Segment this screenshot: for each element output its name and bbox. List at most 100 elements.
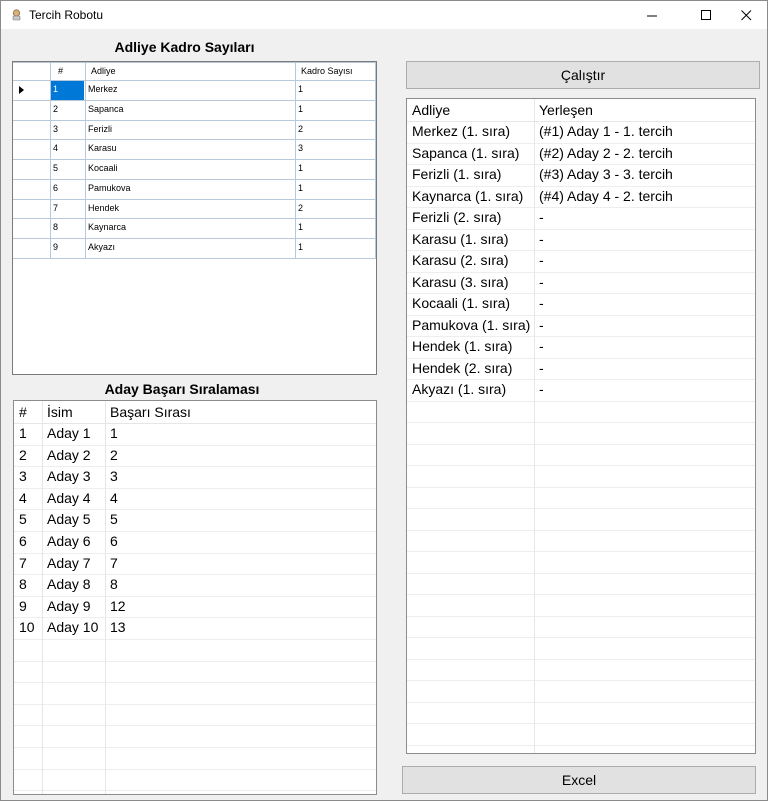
list-column-header[interactable]: Başarı Sırası	[110, 402, 191, 423]
list-row[interactable]: Akyazı (1. sıra) -	[407, 379, 755, 401]
grid-row[interactable]: 3 Ferizli 2	[13, 120, 376, 140]
list-cell: -	[539, 209, 544, 225]
grid-cell[interactable]: 1	[295, 238, 376, 258]
grid-cell[interactable]: Hendek	[85, 199, 295, 219]
list-row[interactable]: Karasu (3. sıra) -	[407, 272, 755, 294]
run-button[interactable]: Çalıştır	[406, 61, 760, 89]
grid-row[interactable]: 1 Merkez 1	[13, 80, 376, 100]
list-row[interactable]: Kocaali (1. sıra) -	[407, 293, 755, 315]
list-row[interactable]: 6 Aday 6 6	[14, 531, 376, 553]
grid-column-header[interactable]: #	[50, 62, 85, 80]
grid-cell[interactable]: Ferizli	[85, 120, 295, 140]
grid-row[interactable]: 7 Hendek 2	[13, 199, 376, 219]
list-row[interactable]: Hendek (2. sıra) -	[407, 358, 755, 380]
title-bar[interactable]: Tercih Robotu	[1, 1, 767, 29]
grid-row[interactable]: 6 Pamukova 1	[13, 179, 376, 199]
grid-cell[interactable]: 1	[295, 80, 376, 100]
grid-cell[interactable]: Merkez	[85, 80, 295, 100]
list-row[interactable]: 5 Aday 5 5	[14, 509, 376, 531]
list-divider	[14, 531, 376, 532]
grid-cell[interactable]: 1	[295, 159, 376, 179]
list-divider	[407, 508, 755, 509]
grid-row[interactable]: 8 Kaynarca 1	[13, 218, 376, 238]
grid-cell[interactable]: Kocaali	[85, 159, 295, 179]
grid-row[interactable]: 4 Karasu 3	[13, 139, 376, 159]
list-column-header[interactable]: Adliye	[412, 100, 450, 121]
excel-button[interactable]: Excel	[402, 766, 756, 794]
list-column-header[interactable]: Yerleşen	[539, 100, 593, 121]
list-row[interactable]: 2 Aday 2 2	[14, 445, 376, 467]
list-divider	[14, 769, 376, 770]
grid-cell[interactable]: 8	[50, 218, 85, 238]
grid-cell[interactable]: 2	[50, 100, 85, 120]
list-row[interactable]: Hendek (1. sıra) -	[407, 336, 755, 358]
grid-divider	[13, 238, 376, 239]
list-row[interactable]: 1 Aday 1 1	[14, 423, 376, 445]
list-row[interactable]: 3 Aday 3 3	[14, 466, 376, 488]
list-cell: Aday 1	[47, 425, 91, 441]
minimize-button[interactable]	[629, 1, 675, 29]
grid-cell[interactable]: 9	[50, 238, 85, 258]
grid-cell[interactable]: 2	[295, 199, 376, 219]
list-divider	[14, 704, 376, 705]
row-pointer-icon	[19, 86, 24, 94]
list-divider	[407, 121, 755, 122]
grid-cell[interactable]: Sapanca	[85, 100, 295, 120]
grid-column-header[interactable]: Kadro Sayısı	[295, 62, 376, 80]
list-cell: 5	[19, 511, 27, 528]
list-row[interactable]: Merkez (1. sıra) (#1) Aday 1 - 1. tercih	[407, 121, 755, 143]
grid-cell[interactable]: 7	[50, 199, 85, 219]
grid-cell[interactable]: Karasu	[85, 139, 295, 159]
list-cell: Aday 3	[47, 468, 91, 485]
list-divider	[42, 401, 43, 794]
list-cell: 3	[110, 468, 118, 485]
list-cell: Hendek (2. sıra)	[412, 359, 513, 376]
grid-divider	[13, 62, 376, 63]
list-cell: 8	[19, 576, 27, 593]
grid-cell[interactable]: 1	[295, 218, 376, 238]
list-column-header[interactable]: #	[19, 402, 27, 423]
list-cell: Aday 9	[47, 597, 91, 614]
list-row[interactable]: Ferizli (2. sıra) -	[407, 207, 755, 229]
list-row[interactable]: Ferizli (1. sıra) (#3) Aday 3 - 3. tercih	[407, 164, 755, 186]
list-cell: 8	[110, 576, 118, 593]
grid-cell[interactable]: 3	[50, 120, 85, 140]
list-row[interactable]: 7 Aday 7 7	[14, 553, 376, 575]
list-divider	[105, 401, 106, 794]
list-cell: -	[539, 359, 544, 376]
grid-cell[interactable]: 4	[50, 139, 85, 159]
list-row[interactable]: 4 Aday 4 4	[14, 488, 376, 510]
grid-divider	[13, 100, 376, 101]
grid-cell[interactable]: 6	[50, 179, 85, 199]
grid-row[interactable]: 2 Sapanca 1	[13, 100, 376, 120]
list-divider	[14, 466, 376, 467]
grid-cell[interactable]: Akyazı	[85, 238, 295, 258]
grid-row[interactable]: 9 Akyazı 1	[13, 238, 376, 258]
grid-cell[interactable]: 1	[295, 179, 376, 199]
grid-cell[interactable]: 3	[295, 139, 376, 159]
adliye-kadro-grid[interactable]: # Adliye Kadro Sayısı 1 Merkez 1 2 Sapanca 1 3 Fer…	[12, 61, 377, 375]
grid-cell[interactable]: 5	[50, 159, 85, 179]
aday-list[interactable]: # İsim Başarı Sırası 1 Aday 1 1 2 Aday 2 2 3 Aday …	[13, 400, 377, 795]
list-cell: 6	[19, 533, 27, 549]
list-row[interactable]: Karasu (2. sıra) -	[407, 250, 755, 272]
grid-cell[interactable]: Kaynarca	[85, 218, 295, 238]
close-button[interactable]	[723, 1, 768, 29]
grid-cell[interactable]: 1	[50, 80, 85, 100]
grid-cell[interactable]: Pamukova	[85, 179, 295, 199]
list-divider	[407, 702, 755, 703]
results-list[interactable]: Adliye Yerleşen Merkez (1. sıra) (#1) Aday …	[406, 98, 756, 754]
list-row[interactable]: 8 Aday 8 8	[14, 574, 376, 596]
list-row[interactable]: 10 Aday 10 13	[14, 617, 376, 639]
list-row[interactable]: Pamukova (1. sıra) -	[407, 315, 755, 337]
list-row[interactable]: Kaynarca (1. sıra) (#4) Aday 4 - 2. terci…	[407, 186, 755, 208]
list-row[interactable]: Sapanca (1. sıra) (#2) Aday 2 - 2. tercih	[407, 143, 755, 165]
grid-cell[interactable]: 2	[295, 120, 376, 140]
list-divider	[407, 143, 755, 144]
list-row[interactable]: 9 Aday 9 12	[14, 596, 376, 618]
grid-row[interactable]: 5 Kocaali 1	[13, 159, 376, 179]
list-column-header[interactable]: İsim	[47, 402, 73, 423]
grid-column-header[interactable]: Adliye	[85, 62, 295, 80]
list-row[interactable]: Karasu (1. sıra) -	[407, 229, 755, 251]
grid-cell[interactable]: 1	[295, 100, 376, 120]
